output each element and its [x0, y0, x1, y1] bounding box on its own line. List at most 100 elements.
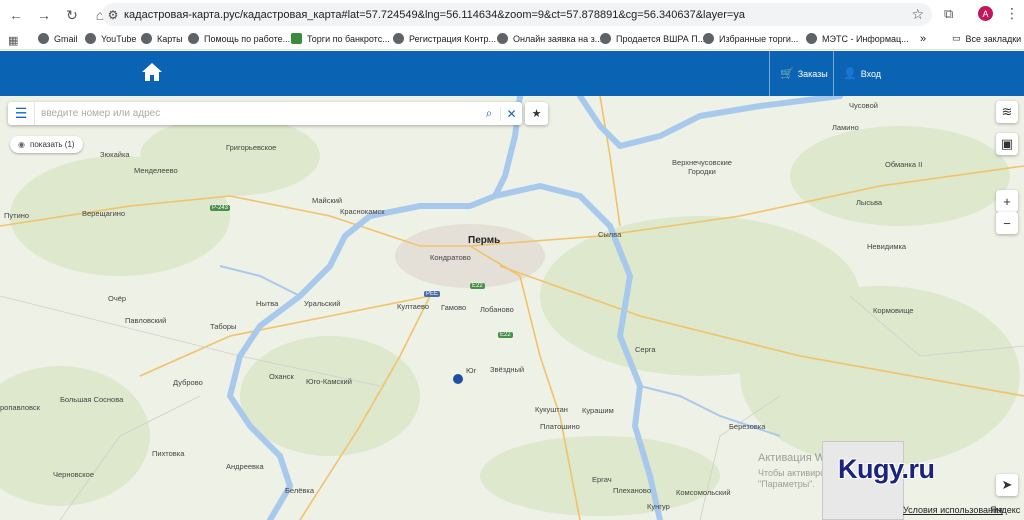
- bookmark-item[interactable]: Онлайн заявка на з...: [497, 33, 602, 44]
- map-label: Нытва: [256, 299, 279, 308]
- orders-link[interactable]: 🛒 Заказы: [780, 67, 828, 80]
- site-header: 🛒 Заказы 👤 Вход: [0, 51, 1024, 96]
- clear-icon[interactable]: ✕: [500, 106, 522, 121]
- apps-grid-icon[interactable]: ▦: [8, 34, 18, 47]
- bookmark-item[interactable]: YouTube: [85, 33, 136, 44]
- extensions-icon[interactable]: ⧉: [944, 6, 953, 22]
- map-label: Плеханово: [613, 486, 651, 495]
- map-label: Ламино: [832, 123, 859, 132]
- map-label: Зюкайка: [100, 150, 130, 159]
- fullscreen-icon[interactable]: ▣: [996, 133, 1018, 155]
- bookmark-star-icon[interactable]: ☆: [911, 6, 924, 23]
- map-label: Верещагино: [82, 209, 126, 218]
- map-label: Кормовище: [873, 306, 914, 315]
- map-label: Кунгур: [647, 502, 670, 511]
- map-label: Березовка: [729, 422, 766, 431]
- map-label: Лысьва: [856, 198, 883, 207]
- map-label: Звёздный: [490, 365, 525, 374]
- map-label: Путино: [4, 211, 30, 220]
- map-label: Оханск: [269, 372, 294, 381]
- map-label: Ергач: [592, 475, 612, 484]
- map-canvas[interactable]: Пермь Краснокамск Кондратово Култаево Га…: [0, 96, 1024, 520]
- search-input[interactable]: [35, 103, 478, 124]
- map-label: Комсомольский: [676, 488, 731, 497]
- map-label: Курашим: [582, 406, 614, 415]
- bookmark-item[interactable]: МЭТС - Информац...: [806, 33, 909, 44]
- geolocation-icon[interactable]: ➤: [996, 474, 1018, 496]
- show-results-chip[interactable]: ◉ показать (1): [10, 136, 83, 153]
- map-label: Уральский: [304, 299, 341, 308]
- map-label: Григорьевское: [226, 143, 277, 152]
- back-icon[interactable]: ←: [4, 3, 28, 27]
- map-label-city: Пермь: [468, 235, 501, 246]
- airport-badge: PEE: [424, 291, 441, 297]
- search-icon[interactable]: ⌕: [478, 106, 500, 121]
- windows-activation-watermark: Активация W Чтобы активиров "Параметры".: [758, 452, 830, 489]
- map-label: Очёр: [108, 294, 127, 303]
- favicon-icon: [393, 33, 404, 44]
- map-label: Сылва: [598, 230, 622, 239]
- map-label: Краснокамск: [340, 207, 385, 216]
- map-label: Серга: [635, 345, 656, 354]
- bookmarks-bar: ▦ Gmail YouTube Карты Помощь по работе..…: [0, 30, 1024, 50]
- map-label: Невидимка: [867, 242, 907, 251]
- map-label: Кукуштан: [535, 405, 568, 414]
- address-bar[interactable]: ⚙ кадастровая-карта.рус/кадастровая_карт…: [102, 3, 932, 26]
- menu-hamburger-icon[interactable]: ☰: [8, 102, 35, 125]
- road-badge: E22: [470, 283, 485, 289]
- bookmark-item[interactable]: Регистрация Контр...: [393, 33, 496, 44]
- map-label: Платошино: [540, 422, 580, 431]
- bookmarks-more-chevron[interactable]: »: [920, 33, 926, 45]
- map-label: Менделеево: [134, 166, 178, 175]
- folder-icon: ▭: [952, 33, 961, 43]
- zoom-in-button[interactable]: +: [996, 190, 1018, 212]
- bookmark-item[interactable]: Карты: [141, 33, 183, 44]
- map-label: Павловский: [125, 316, 167, 325]
- search-bar: ☰ ⌕ ✕: [8, 102, 522, 125]
- map-label: Култаево: [397, 302, 430, 311]
- user-icon: 👤: [843, 68, 857, 80]
- favicon-icon: [38, 33, 49, 44]
- bookmark-item[interactable]: Gmail: [38, 33, 78, 44]
- map-label: Майский: [312, 196, 343, 205]
- favicon-icon: [85, 33, 96, 44]
- terms-of-use-link[interactable]: Условия использования: [903, 505, 1003, 515]
- favicon-icon: [291, 33, 302, 44]
- profile-avatar[interactable]: A: [978, 6, 993, 21]
- all-bookmarks[interactable]: ▭ Все закладки: [952, 33, 1021, 44]
- login-link[interactable]: 👤 Вход: [843, 67, 881, 80]
- cart-icon: 🛒: [780, 68, 794, 80]
- map-label: ропавловск: [0, 403, 40, 412]
- bookmark-item[interactable]: Помощь по работе...: [188, 33, 290, 44]
- map-label: Кондратово: [430, 253, 471, 262]
- map-label: Обманка II: [885, 160, 923, 169]
- reload-icon[interactable]: ↻: [60, 3, 84, 27]
- map-label: Дуброво: [173, 378, 203, 387]
- zoom-out-button[interactable]: −: [996, 212, 1018, 234]
- home-icon[interactable]: [141, 62, 163, 82]
- map-label: Черновское: [53, 470, 95, 479]
- map-label: Таборы: [210, 322, 237, 331]
- favicon-icon: [141, 33, 152, 44]
- map-label: Андреевка: [226, 462, 264, 471]
- forward-icon[interactable]: →: [32, 3, 56, 27]
- layers-icon[interactable]: ≋: [996, 101, 1018, 123]
- favicon-icon: [188, 33, 199, 44]
- site-info-icon[interactable]: ⚙: [102, 8, 124, 22]
- map-marker[interactable]: [453, 374, 463, 384]
- map-label: Пихтовка: [152, 449, 185, 458]
- map-label: Чусовой: [849, 101, 878, 110]
- browser-menu-icon[interactable]: ⋮: [1005, 5, 1019, 22]
- yandex-attribution[interactable]: Яндекс: [990, 505, 1020, 515]
- road-badge: E22: [498, 332, 513, 338]
- bookmark-item[interactable]: Продается ВШРА П...: [600, 33, 705, 44]
- favicon-icon: [703, 33, 714, 44]
- map-label: Белёвка: [285, 486, 314, 495]
- road-badge: P-243: [210, 205, 231, 211]
- favorites-star-button[interactable]: ★: [525, 102, 548, 125]
- favicon-icon: [497, 33, 508, 44]
- favicon-icon: [806, 33, 817, 44]
- favicon-icon: [600, 33, 611, 44]
- bookmark-item[interactable]: Торги по банкротс...: [291, 33, 390, 44]
- bookmark-item[interactable]: Избранные торги...: [703, 33, 798, 44]
